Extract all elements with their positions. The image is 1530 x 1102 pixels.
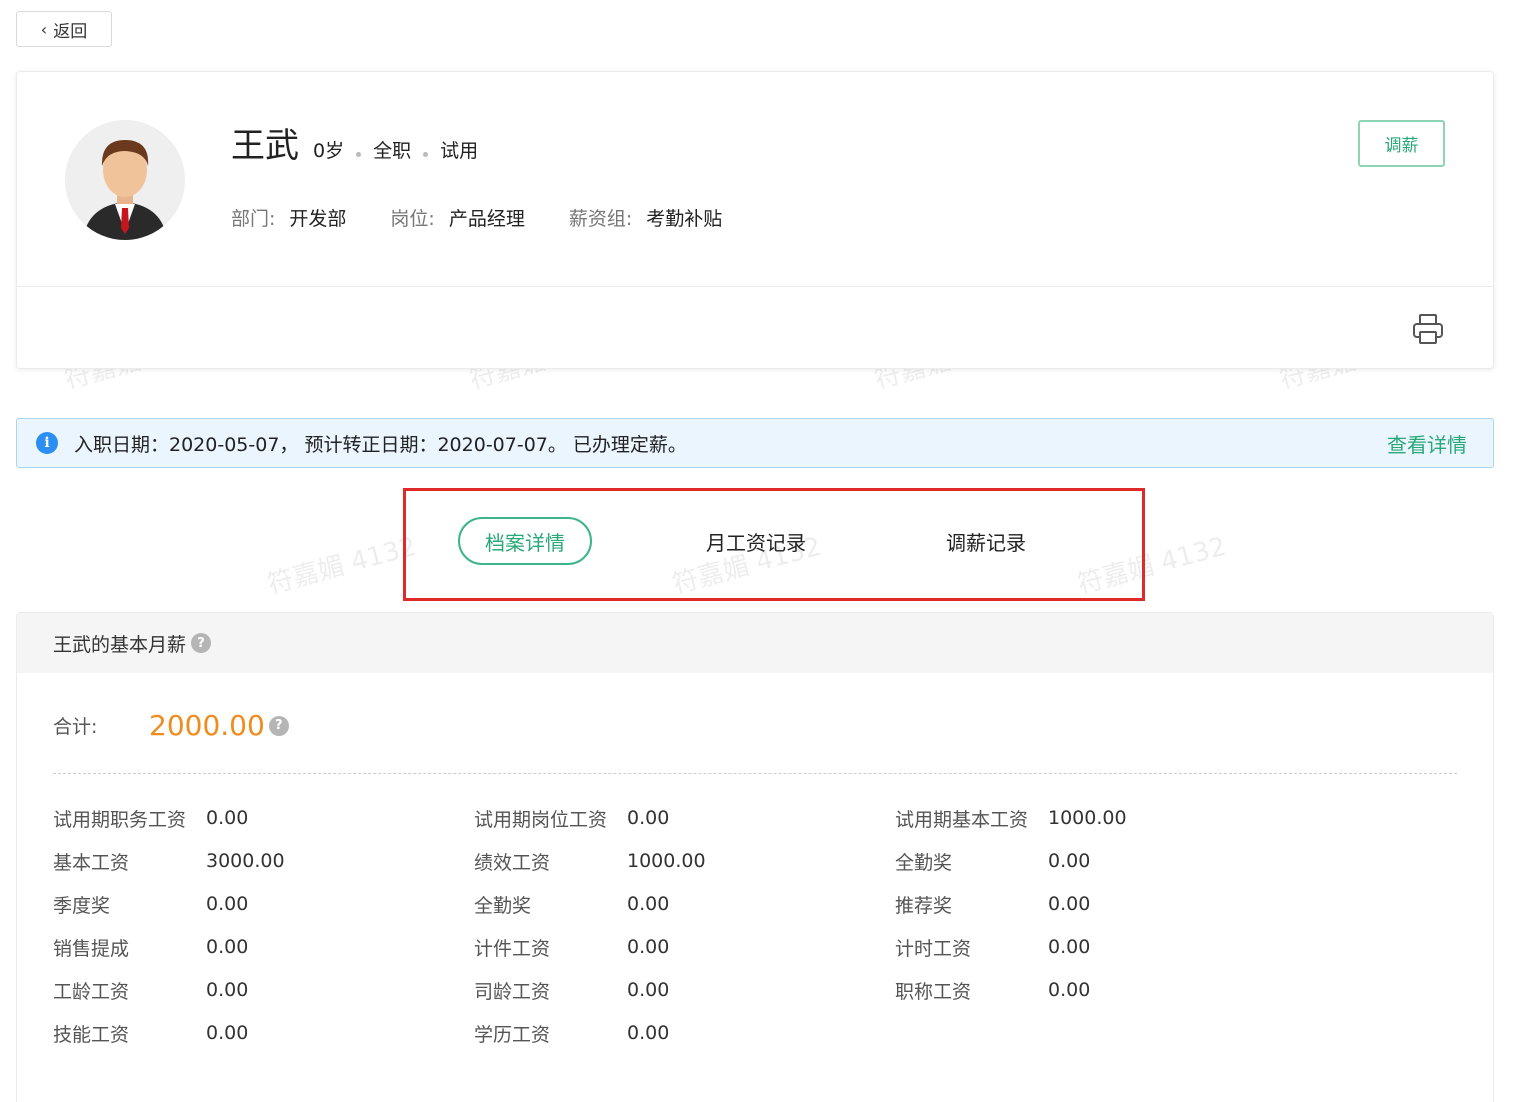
position-value: 产品经理 xyxy=(448,208,525,230)
watermark: 符嘉媚 4132 xyxy=(264,531,420,601)
print-icon[interactable] xyxy=(1411,312,1445,346)
salary-item-label: 试用期职务工资 xyxy=(53,808,187,831)
salary-item: 基本工资 3000.00 xyxy=(53,846,474,876)
salary-item-value: 0.00 xyxy=(1048,979,1091,1001)
salary-item-value: 1000.00 xyxy=(1048,807,1127,829)
salary-item: 全勤奖 0.00 xyxy=(474,889,895,919)
salary-item: 计时工资 0.00 xyxy=(895,932,1313,962)
salary-item-value: 0.00 xyxy=(627,1022,670,1044)
salary-item: 工龄工资 0.00 xyxy=(53,975,474,1005)
salary-item-value: 3000.00 xyxy=(206,850,285,872)
salary-item-label: 工龄工资 xyxy=(53,980,130,1003)
total-value: 2000.00 xyxy=(149,709,265,742)
salary-item-label: 试用期岗位工资 xyxy=(474,808,608,831)
employee-work-type: 全职 xyxy=(373,140,412,162)
salary-item-value: 0.00 xyxy=(627,807,670,829)
salary-item: 季度奖 0.00 xyxy=(53,889,474,919)
avatar xyxy=(65,120,185,240)
tabs-highlight-box: 档案详情 月工资记录 调薪记录 xyxy=(403,488,1145,601)
divider xyxy=(17,286,1493,287)
salary-item-value: 0.00 xyxy=(1048,936,1091,958)
salary-item-label: 季度奖 xyxy=(53,894,111,917)
back-label: 返回 xyxy=(53,21,88,42)
employee-age: 0岁 xyxy=(313,140,345,162)
tab-profile-details[interactable]: 档案详情 xyxy=(458,517,592,565)
employee-meta: 0岁 全职 试用 xyxy=(313,136,478,163)
position-info: 岗位: 产品经理 xyxy=(390,204,524,231)
salary-item-label: 绩效工资 xyxy=(474,851,551,874)
salary-group-label: 薪资组: xyxy=(568,208,633,230)
salary-items-grid: 试用期职务工资 0.00 试用期岗位工资 0.00 试用期基本工资 1000.00 基… xyxy=(53,803,1313,1048)
total-label: 合计: xyxy=(53,716,98,738)
separator-dot xyxy=(356,152,362,157)
tab-salary-adjust-records[interactable]: 调薪记录 xyxy=(946,517,1026,565)
employee-name: 王武 xyxy=(231,126,299,166)
total-row: 合计: 2000.00 ? xyxy=(53,709,289,742)
salary-item-label: 试用期基本工资 xyxy=(895,808,1029,831)
department-info: 部门: 开发部 xyxy=(231,204,346,231)
salary-item-label: 销售提成 xyxy=(53,937,130,960)
help-icon[interactable]: ? xyxy=(268,715,289,736)
department-value: 开发部 xyxy=(289,208,347,230)
department-label: 部门: xyxy=(231,208,276,230)
salary-item: 计件工资 0.00 xyxy=(474,932,895,962)
info-icon: i xyxy=(36,432,58,454)
view-details-link[interactable]: 查看详情 xyxy=(1387,429,1467,458)
salary-item-value: 0.00 xyxy=(1048,893,1091,915)
salary-item-label: 推荐奖 xyxy=(895,894,953,917)
profile-card: 王武 0岁 全职 试用 部门: 开发部 岗位: 产品经理 薪资组: 考勤补贴 调… xyxy=(16,71,1494,369)
tab-monthly-salary-records[interactable]: 月工资记录 xyxy=(706,517,806,565)
info-row: 部门: 开发部 岗位: 产品经理 薪资组: 考勤补贴 xyxy=(231,204,766,231)
salary-group-value: 考勤补贴 xyxy=(646,208,723,230)
salary-item: 职称工资 0.00 xyxy=(895,975,1313,1005)
salary-item: 绩效工资 1000.00 xyxy=(474,846,895,876)
salary-item-label: 计件工资 xyxy=(474,937,551,960)
salary-item: 技能工资 0.00 xyxy=(53,1018,474,1048)
position-label: 岗位: xyxy=(390,208,435,230)
salary-title: 王武的基本月薪 xyxy=(53,633,187,656)
salary-item: 学历工资 0.00 xyxy=(474,1018,895,1048)
salary-card: 王武的基本月薪 ? 合计: 2000.00 ? 试用期职务工资 0.00 试用期岗… xyxy=(16,612,1494,1102)
salary-item: 全勤奖 0.00 xyxy=(895,846,1313,876)
back-button[interactable]: ‹ 返回 xyxy=(16,11,112,47)
separator-dot xyxy=(423,152,429,157)
name-row: 王武 0岁 全职 试用 xyxy=(231,118,478,167)
help-icon[interactable]: ? xyxy=(191,633,212,653)
salary-group-info: 薪资组: 考勤补贴 xyxy=(569,204,722,231)
salary-item-label: 学历工资 xyxy=(474,1023,551,1046)
salary-item-value: 0.00 xyxy=(206,807,249,829)
salary-item: 司龄工资 0.00 xyxy=(474,975,895,1005)
salary-item: 试用期岗位工资 0.00 xyxy=(474,803,895,833)
salary-item: 推荐奖 0.00 xyxy=(895,889,1313,919)
chevron-left-icon: ‹ xyxy=(40,19,48,39)
salary-item-value: 0.00 xyxy=(627,893,670,915)
salary-item-value: 0.00 xyxy=(206,936,249,958)
salary-item-label: 技能工资 xyxy=(53,1023,130,1046)
salary-item: 试用期基本工资 1000.00 xyxy=(895,803,1313,833)
salary-item: 试用期职务工资 0.00 xyxy=(53,803,474,833)
salary-item-value: 1000.00 xyxy=(627,850,706,872)
salary-item: 销售提成 0.00 xyxy=(53,932,474,962)
adjust-salary-button[interactable]: 调薪 xyxy=(1358,120,1445,167)
salary-item-label: 计时工资 xyxy=(895,937,972,960)
employee-status: 试用 xyxy=(440,140,479,162)
salary-item-value: 0.00 xyxy=(206,893,249,915)
salary-item-value: 0.00 xyxy=(627,979,670,1001)
dashed-divider xyxy=(53,773,1457,774)
info-alert: i 入职日期：2020-05-07， 预计转正日期：2020-07-07。 已办… xyxy=(16,418,1494,468)
salary-item-label: 司龄工资 xyxy=(474,980,551,1003)
salary-item-value: 0.00 xyxy=(627,936,670,958)
salary-item-value: 0.00 xyxy=(206,1022,249,1044)
salary-item-label: 基本工资 xyxy=(53,851,130,874)
salary-item-value: 0.00 xyxy=(206,979,249,1001)
salary-item-label: 职称工资 xyxy=(895,980,972,1003)
salary-item-value: 0.00 xyxy=(1048,850,1091,872)
salary-item-label: 全勤奖 xyxy=(895,851,953,874)
salary-item-label: 全勤奖 xyxy=(474,894,532,917)
salary-header: 王武的基本月薪 ? xyxy=(17,613,1493,673)
alert-text: 入职日期：2020-05-07， 预计转正日期：2020-07-07。 已办理定… xyxy=(74,433,687,456)
